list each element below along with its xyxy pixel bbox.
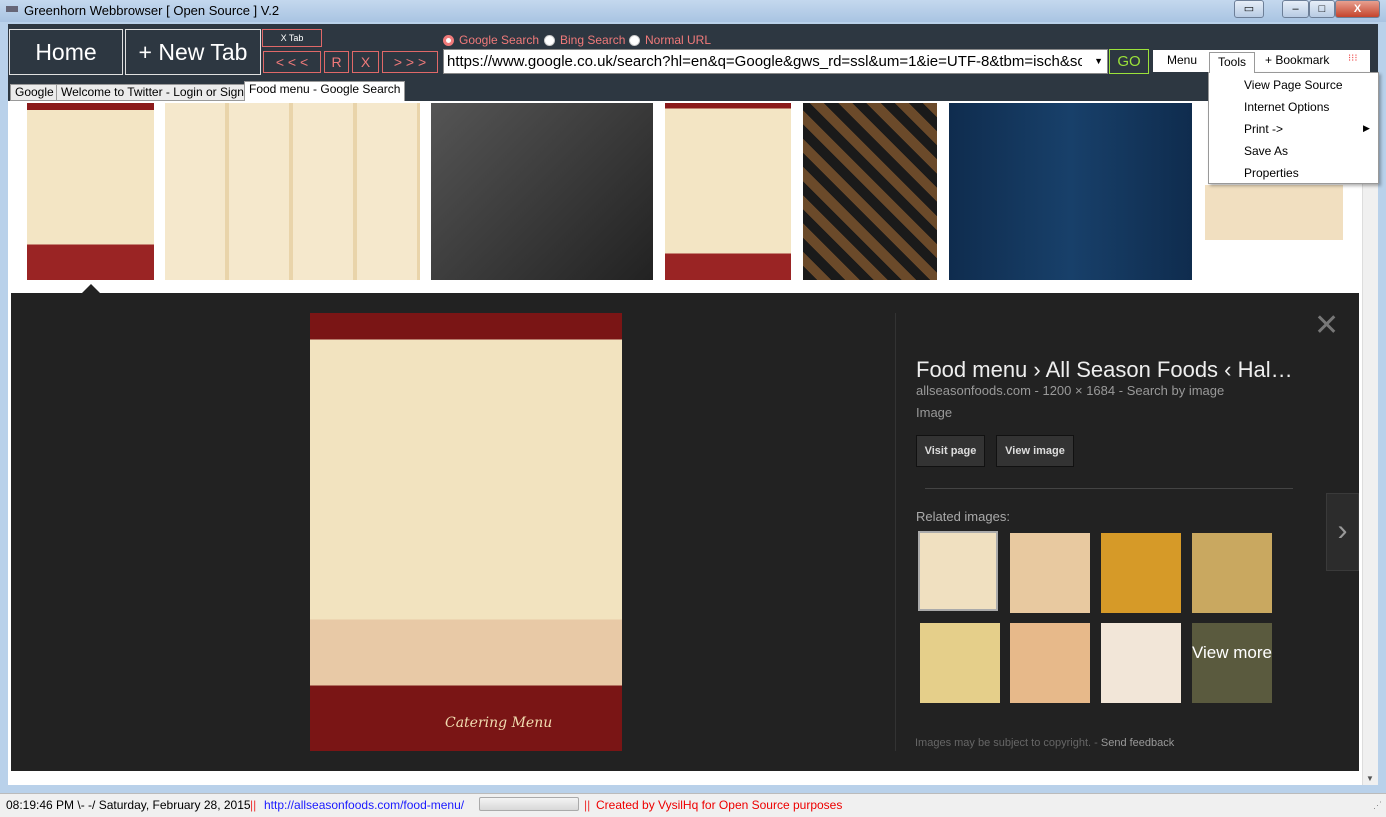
scroll-down-icon[interactable]: ▼ (1366, 774, 1374, 783)
menu-item-print[interactable]: Print -> (1244, 122, 1283, 136)
image-result[interactable] (949, 103, 1192, 280)
related-image[interactable] (1101, 533, 1181, 613)
home-button[interactable]: Home (9, 29, 123, 75)
go-button[interactable]: GO (1109, 49, 1149, 74)
divider (925, 488, 1293, 489)
preview-title[interactable]: Food menu › All Season Foods ‹ Hal… (916, 357, 1293, 383)
menu-bar: Menu + Bookmark ⁝⁝⁝ (1153, 50, 1370, 72)
related-image[interactable] (1010, 533, 1090, 613)
close-preview-icon[interactable]: ✕ (1314, 311, 1339, 341)
submenu-arrow-icon: ▶ (1363, 123, 1370, 133)
window-title: Greenhorn Webbrowser [ Open Source ] V.2 (24, 3, 280, 18)
copyright-note: Images may be subject to copyright. - Se… (915, 737, 1175, 749)
dropdown-arrow-icon[interactable]: ▼ (1094, 50, 1103, 73)
bookmark-button[interactable]: + Bookmark (1265, 53, 1329, 67)
image-result[interactable] (431, 103, 653, 280)
refresh-button[interactable]: R (324, 51, 349, 73)
image-type-label: Image (916, 405, 953, 420)
normal-url-radio[interactable]: Normal URL (629, 33, 711, 47)
url-text: https://www.google.co.uk/search?hl=en&q=… (447, 53, 1082, 70)
bing-search-radio[interactable]: Bing Search (544, 33, 625, 47)
image-result[interactable] (27, 103, 154, 280)
snap-icon[interactable]: ▭ (1234, 0, 1264, 18)
tools-dropdown: View Page Source Internet Options Print … (1208, 72, 1379, 184)
view-more-button[interactable]: View more (1192, 623, 1272, 703)
image-result[interactable] (165, 103, 420, 280)
visit-page-button[interactable]: Visit page (916, 435, 985, 467)
image-result[interactable] (803, 103, 937, 280)
menu-item-save-as[interactable]: Save As (1244, 144, 1288, 158)
related-image[interactable] (918, 531, 998, 611)
menu-item-properties[interactable]: Properties (1244, 166, 1299, 180)
menu-button[interactable]: Menu (1167, 53, 1197, 67)
related-image[interactable] (920, 623, 1000, 703)
related-images-label: Related images: (916, 509, 1010, 524)
back-button[interactable]: < < < (263, 51, 321, 73)
next-image-icon[interactable]: › (1326, 493, 1359, 571)
vertical-scrollbar[interactable]: ▲ ▼ (1362, 101, 1378, 785)
forward-button[interactable]: > > > (382, 51, 438, 73)
selection-pointer (82, 284, 100, 293)
status-bar: 08:19:46 PM \- -/ Saturday, February 28,… (0, 793, 1386, 817)
image-result[interactable] (665, 103, 791, 280)
related-image[interactable] (1192, 533, 1272, 613)
image-result[interactable] (1205, 185, 1343, 240)
tab-twitter[interactable]: Welcome to Twitter - Login or Sign up (56, 84, 266, 101)
clock-text: 08:19:46 PM \- -/ Saturday, February 28,… (6, 798, 251, 812)
image-caption: Catering Menu (445, 715, 553, 731)
related-image[interactable] (1101, 623, 1181, 703)
image-preview-panel: Catering Menu ✕ Food menu › All Season F… (11, 293, 1359, 771)
preview-image[interactable]: Catering Menu (310, 313, 622, 751)
maximize-button[interactable]: □ (1309, 0, 1335, 18)
stop-button[interactable]: X (352, 51, 379, 73)
radio-label: Google Search (459, 33, 540, 47)
resize-grip-icon[interactable]: ⋰ (1373, 800, 1382, 811)
progress-bar (479, 797, 579, 811)
app-icon (6, 6, 18, 12)
copyright-text: Images may be subject to copyright. (915, 737, 1092, 749)
menu-item-internet-options[interactable]: Internet Options (1244, 100, 1329, 114)
close-tab-button[interactable]: X Tab (262, 29, 322, 47)
separator: || (584, 798, 591, 812)
tab-google[interactable]: Google (10, 84, 59, 101)
credit-text: Created by VysilHq for Open Source purpo… (596, 798, 843, 812)
view-image-button[interactable]: View image (996, 435, 1074, 467)
separator: || (250, 798, 257, 812)
radio-label: Bing Search (560, 33, 626, 47)
title-bar: Greenhorn Webbrowser [ Open Source ] V.2… (0, 0, 1386, 22)
divider (895, 313, 896, 751)
send-feedback-link[interactable]: Send feedback (1101, 737, 1174, 749)
google-search-radio[interactable]: Google Search (443, 33, 539, 47)
status-link: http://allseasonfoods.com/food-menu/ (264, 798, 465, 812)
tools-menu-button[interactable]: Tools (1209, 52, 1255, 73)
related-image[interactable] (1010, 623, 1090, 703)
preview-meta: allseasonfoods.com - 1200 × 1684 - Searc… (916, 383, 1225, 398)
minimize-button[interactable]: – (1282, 0, 1309, 18)
new-tab-button[interactable]: + New Tab (125, 29, 261, 75)
tab-food-menu[interactable]: Food menu - Google Search (244, 81, 406, 101)
menu-item-view-source[interactable]: View Page Source (1244, 78, 1343, 92)
image-dims: 1200 × 1684 (1042, 383, 1116, 398)
site-link[interactable]: allseasonfoods.com (916, 383, 1031, 398)
grip-icon[interactable]: ⁝⁝⁝ (1348, 53, 1358, 64)
search-by-image-link[interactable]: Search by image (1127, 383, 1225, 398)
url-input[interactable]: https://www.google.co.uk/search?hl=en&q=… (443, 49, 1108, 74)
close-window-button[interactable]: X (1335, 0, 1380, 18)
radio-label: Normal URL (645, 33, 712, 47)
